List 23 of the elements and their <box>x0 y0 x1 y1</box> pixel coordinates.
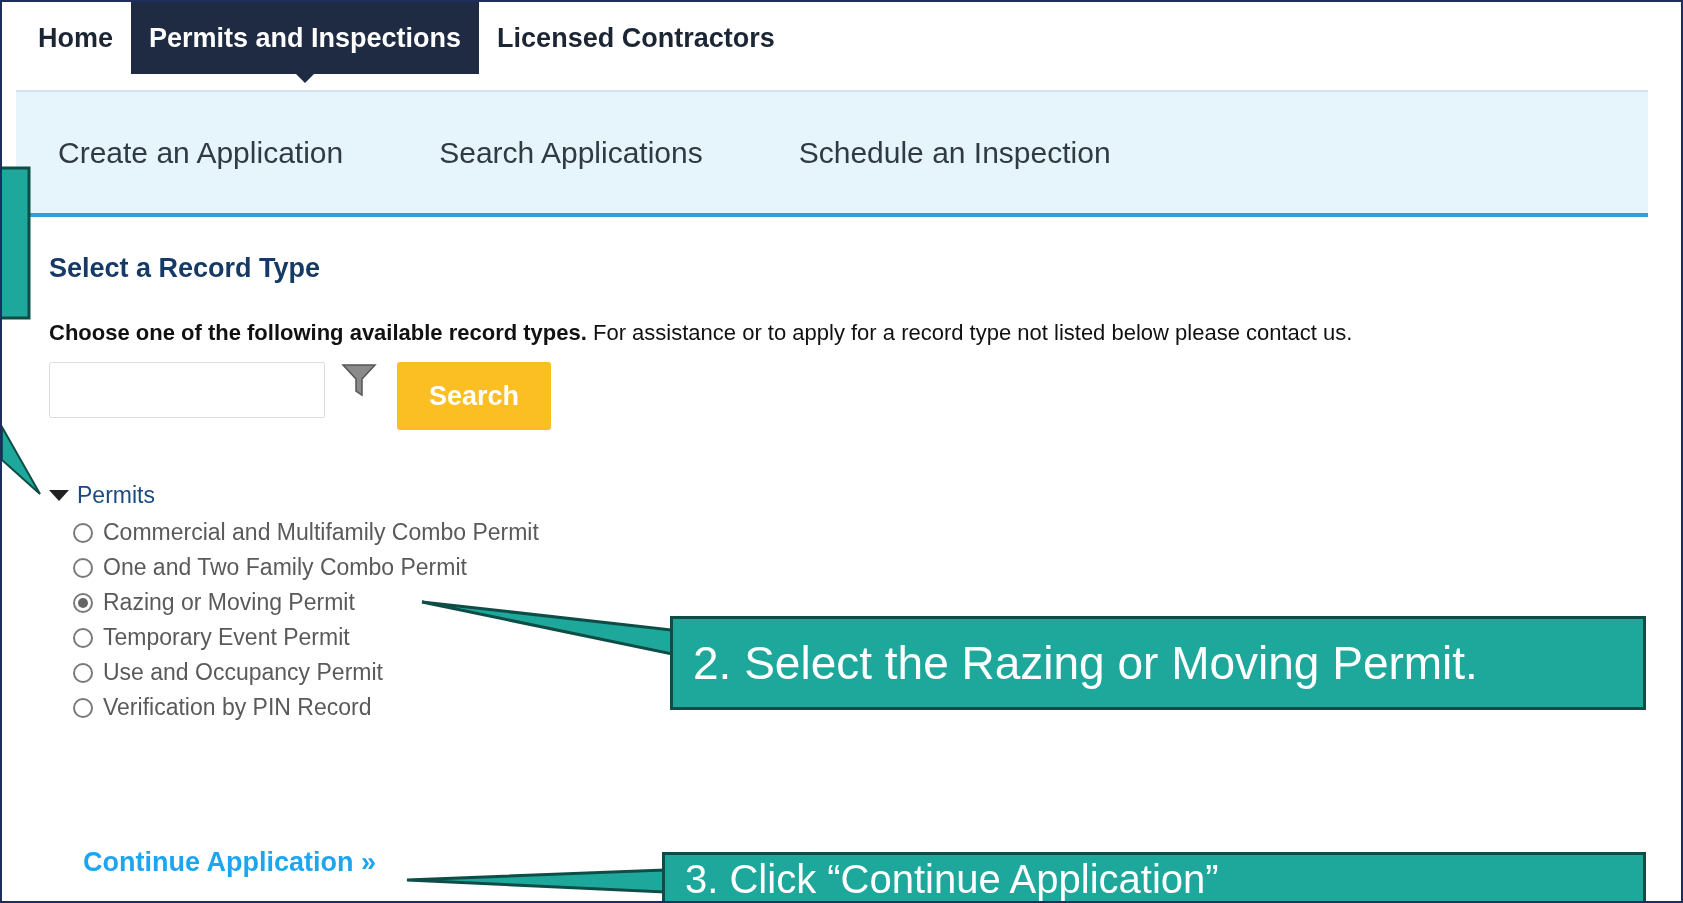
tree-node[interactable]: Permits <box>49 482 155 509</box>
radio-button[interactable] <box>73 522 93 543</box>
callout: 2. Select the Razing or Moving Permit. <box>670 616 1646 710</box>
nav-tab[interactable]: Licensed Contractors <box>479 2 793 74</box>
sub-nav-link[interactable]: Schedule an Inspection <box>798 135 1111 170</box>
option-label: Verification by PIN Record <box>103 694 372 721</box>
radio-button[interactable] <box>73 592 93 613</box>
option-label: Commercial and Multifamily Combo Permit <box>103 519 539 546</box>
radio-button[interactable] <box>73 662 93 683</box>
option-label: One and Two Family Combo Permit <box>103 554 467 581</box>
radio-button[interactable] <box>73 627 93 648</box>
nav-tab[interactable]: Home <box>20 2 131 74</box>
search-field[interactable] <box>49 362 325 418</box>
option-label: Use and Occupancy Permit <box>103 659 383 686</box>
section-heading: Select a Record Type <box>49 253 322 284</box>
filter-icon[interactable] <box>341 362 377 398</box>
sub-nav-link[interactable]: Create an Application <box>58 135 344 170</box>
option-label: Temporary Event Permit <box>103 624 350 651</box>
sub-nav-link[interactable]: Search Applications <box>439 135 703 170</box>
instructions-text: Choose one of the following available record types. For assistance or to apply for a record type not listed below please contact us. <box>49 320 1354 346</box>
radio-button[interactable] <box>73 697 93 718</box>
radio-button[interactable] <box>73 557 93 578</box>
option-label: Razing or Moving Permit <box>103 589 355 616</box>
